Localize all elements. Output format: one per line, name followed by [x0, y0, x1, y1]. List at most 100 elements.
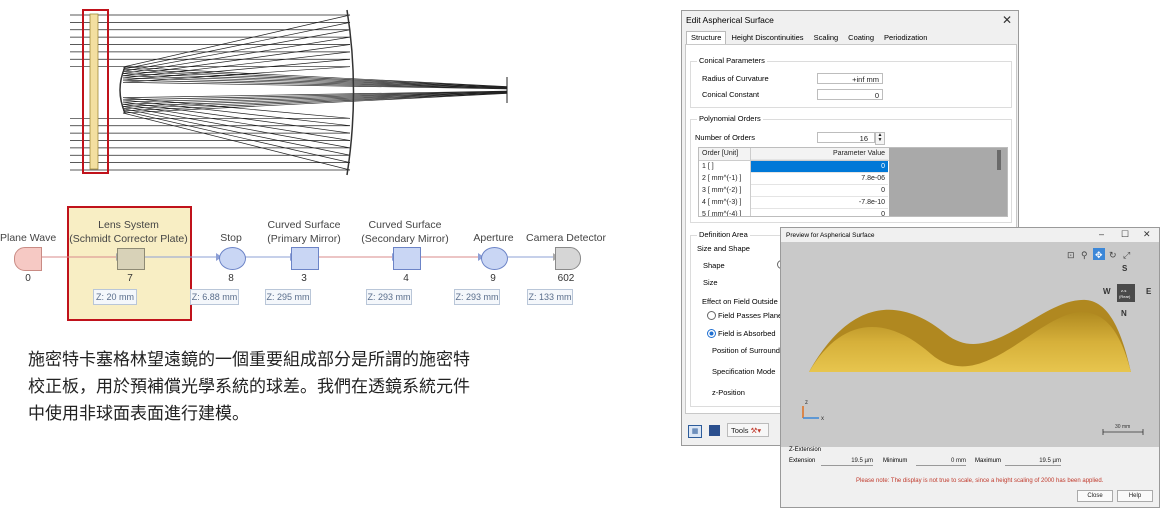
aperture-z: Z: 293 mm	[454, 289, 500, 305]
primary-mirror	[346, 9, 355, 176]
help-button[interactable]: Help	[1117, 490, 1153, 502]
camera-detector-title: Camera Detector	[526, 232, 606, 244]
radius-field[interactable]: +inf mm	[817, 73, 883, 84]
lens-system-z: Z: 20 mm	[93, 289, 137, 305]
close-button[interactable]: Close	[1077, 490, 1113, 502]
tab-scaling[interactable]: Scaling	[809, 31, 844, 44]
close-icon[interactable]: ✕	[1002, 13, 1012, 27]
rotate-icon: ↻	[1109, 250, 1117, 260]
stop-node[interactable]	[219, 247, 246, 270]
secondary-mirror-number: 4	[403, 273, 409, 284]
table-row[interactable]: 3 [ mm^(-2) ] 0	[699, 185, 889, 197]
camera-detector-number: 602	[557, 273, 575, 284]
wrench-icon: ⚒▾	[750, 426, 762, 435]
field-passes-radio[interactable]	[707, 311, 716, 320]
maximum-label: Maximum	[975, 458, 1002, 464]
lens-system-node[interactable]	[117, 248, 145, 270]
caption-line-2: 校正板，用於預補償光學系統的球差。我們在透鏡系統元件	[28, 377, 470, 397]
reflected-ray	[122, 44, 351, 77]
order-cell: 1 [ ]	[699, 161, 751, 173]
aperture-node[interactable]	[481, 247, 508, 270]
compass-east: E	[1146, 287, 1152, 296]
aperture-title: Aperture	[473, 232, 514, 244]
minimize-icon[interactable]: –	[1099, 229, 1104, 239]
definition-area-title: Definition Area	[697, 230, 750, 239]
number-of-orders-label: Number of Orders	[695, 133, 756, 142]
schmidt-cassegrain-ray-diagram	[70, 9, 508, 176]
focused-ray	[122, 91, 508, 105]
primary-mirror-node[interactable]	[291, 247, 319, 270]
field-absorbed-label: Field is Absorbed	[718, 329, 776, 338]
zoom-region-icon: ⊡	[1067, 250, 1075, 260]
close-icon[interactable]: ✕	[1143, 229, 1151, 240]
tools-button[interactable]: Tools ⚒▾	[727, 423, 769, 437]
tools-label: Tools	[731, 426, 749, 435]
size-label: Size	[703, 278, 718, 287]
save-icon[interactable]	[709, 425, 720, 436]
number-of-orders-field[interactable]: 16	[817, 132, 875, 143]
radius-label: Radius of Curvature	[702, 74, 769, 83]
compass-center-top: z-s	[1121, 288, 1126, 293]
effect-label: Effect on Field Outside o	[702, 297, 784, 306]
extension-label: Extension	[789, 458, 816, 464]
primary-mirror-title: Curved Surface	[267, 219, 341, 231]
value-cell[interactable]: -7.8e-10	[751, 197, 888, 209]
extension-value: 19.5 µm	[821, 457, 873, 466]
table-header: Order [Unit] Parameter Value	[699, 148, 889, 161]
axis-x-label: x	[821, 416, 824, 422]
z-extension-title: Z-Extension	[789, 447, 822, 453]
minimum-value: 0 mm	[916, 457, 966, 466]
tab-structure[interactable]: Structure	[686, 31, 727, 44]
camera-detector-node[interactable]	[555, 247, 581, 270]
primary-mirror-z: Z: 295 mm	[265, 289, 311, 305]
tab-periodization[interactable]: Periodization	[879, 31, 932, 44]
secondary-mirror-z: Z: 293 mm	[366, 289, 412, 305]
conical-constant-label: Conical Constant	[702, 90, 760, 99]
stop-title: Stop	[220, 232, 242, 244]
table-scrollbar[interactable]	[997, 150, 1001, 170]
reflected-ray	[122, 108, 351, 156]
polynomial-table: Order [Unit] Parameter Value 1 [ ] 0 2 […	[698, 147, 1008, 217]
value-cell[interactable]: 0	[751, 161, 888, 173]
primary-mirror-number: 3	[301, 273, 307, 284]
spec-mode-label: Specification Mode	[712, 367, 776, 376]
table-row[interactable]: 5 [ mm^(-4) ] 0	[699, 209, 889, 216]
orders-spinner[interactable]: ▲ ▼	[875, 132, 885, 145]
surface-3d-view[interactable]: ⊡ ⚲ ✥ ↻ ⤢ S W z-s (Rear) E N z x 30 mm	[781, 242, 1159, 447]
pan-icon: ✥	[1095, 250, 1103, 260]
plane-wave-number: 0	[25, 273, 31, 284]
field-absorbed-radio[interactable]	[707, 329, 716, 338]
dialog-title: Edit Aspherical Surface	[686, 15, 774, 25]
order-cell: 5 [ mm^(-4) ]	[699, 209, 751, 216]
ray-bundle	[70, 14, 508, 171]
value-cell[interactable]: 7.8e-06	[751, 173, 888, 185]
plane-wave-node[interactable]	[14, 247, 42, 271]
reflected-ray	[122, 103, 351, 141]
lens-system-subtitle: (Schmidt Corrector Plate)	[69, 233, 188, 245]
compass-cube	[1117, 284, 1135, 302]
scale-bar-label: 30 mm	[1115, 424, 1130, 430]
table-row[interactable]: 4 [ mm^(-3) ] -7.8e-10	[699, 197, 889, 209]
table-row[interactable]: 2 [ mm^(-1) ] 7.8e-06	[699, 173, 889, 185]
corrector-plate	[89, 13, 99, 170]
value-cell[interactable]: 0	[751, 185, 888, 197]
value-cell[interactable]: 0	[751, 209, 888, 216]
catalog-icon[interactable]: ▦	[688, 425, 702, 438]
conical-constant-field[interactable]: 0	[817, 89, 883, 100]
zoom-icon: ⚲	[1081, 250, 1088, 260]
maximize-icon[interactable]: ☐	[1121, 229, 1129, 240]
compass-south: N	[1121, 309, 1127, 318]
order-cell: 3 [ mm^(-2) ]	[699, 185, 751, 197]
focused-ray	[122, 75, 508, 89]
shape-label: Shape	[703, 261, 725, 270]
table-row[interactable]: 1 [ ] 0	[699, 161, 889, 173]
z-position-label: z-Position	[712, 388, 745, 397]
tab-coating[interactable]: Coating	[843, 31, 879, 44]
axis-z-label: z	[805, 400, 808, 406]
secondary-mirror-node[interactable]	[393, 247, 421, 270]
size-shape-label: Size and Shape	[697, 244, 750, 253]
maximum-value: 19.5 µm	[1005, 457, 1061, 466]
tab-height-discontinuities[interactable]: Height Discontinuities	[726, 31, 808, 44]
secondary-mirror-title: Curved Surface	[368, 219, 442, 231]
description-text: 施密特卡塞格林望遠鏡的一個重要組成部分是所謂的施密特 校正板，用於預補償光學系統…	[28, 347, 588, 428]
